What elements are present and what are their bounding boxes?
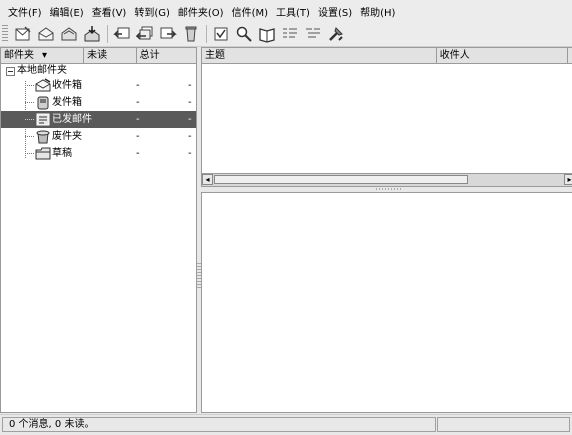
- folder-sent-label: 已发邮件: [52, 114, 92, 125]
- folder-drafts[interactable]: 草稿 - -: [1, 145, 196, 162]
- folder-inbox-label: 收件箱: [52, 80, 82, 91]
- toolbar-separator: [206, 25, 207, 43]
- sort-arrow-icon: ▾: [42, 50, 48, 61]
- folder-sent-unread: -: [136, 114, 140, 125]
- thread-expand-button[interactable]: [279, 24, 301, 44]
- get-mail-button[interactable]: [35, 24, 57, 44]
- status-aux: [437, 417, 570, 432]
- send-receive-button[interactable]: [81, 24, 103, 44]
- menu-message[interactable]: 信件(M): [228, 4, 272, 19]
- folder-outbox-label: 发件箱: [52, 97, 82, 108]
- drafts-icon: [35, 147, 51, 160]
- tools-icon: [329, 27, 343, 41]
- forward-icon: [160, 27, 177, 39]
- thread-expand-icon: [283, 28, 297, 38]
- folder-drafts-label: 草稿: [52, 148, 72, 159]
- message-list[interactable]: 主题 收件人 ◂ ▸: [201, 47, 572, 187]
- menu-folder[interactable]: 邮件夹(O): [174, 4, 228, 19]
- folder-trash[interactable]: 废件夹 - -: [1, 128, 196, 145]
- collapse-icon[interactable]: [6, 67, 15, 76]
- folder-outbox-total: -: [188, 97, 192, 108]
- column-unread[interactable]: 未读: [84, 48, 137, 63]
- tools-button[interactable]: [325, 24, 347, 44]
- folder-inbox-total: -: [188, 80, 192, 91]
- message-column-header: 主题 收件人: [202, 48, 572, 64]
- menu-edit[interactable]: 编辑(E): [46, 4, 88, 19]
- folder-trash-total: -: [188, 131, 192, 142]
- toolbar-separator: [107, 25, 108, 43]
- get-mail-icon: [38, 27, 54, 41]
- outbox-icon: [37, 96, 49, 110]
- folder-outbox-unread: -: [136, 97, 140, 108]
- new-message-icon: [15, 26, 31, 41]
- send-mail-icon: [61, 27, 77, 41]
- folder-column-header: 邮件夹 ▾ 未读 总计: [1, 48, 196, 64]
- column-unread-label: 未读: [87, 50, 108, 61]
- folder-sent[interactable]: 已发邮件 - -: [1, 111, 196, 128]
- search-button[interactable]: [233, 24, 255, 44]
- menu-bar: 文件(F) 编辑(E) 查看(V) 转到(G) 邮件夹(O) 信件(M) 工具(…: [0, 0, 572, 22]
- forward-button[interactable]: [157, 24, 179, 44]
- folder-outbox[interactable]: 发件箱 - -: [1, 94, 196, 111]
- menu-go[interactable]: 转到(G): [130, 4, 174, 19]
- trash-icon: [36, 130, 50, 144]
- scroll-thumb[interactable]: [214, 175, 468, 184]
- folder-drafts-unread: -: [136, 148, 140, 159]
- folder-trash-label: 废件夹: [52, 131, 82, 142]
- status-bar: 0 个消息, 0 未读。: [0, 414, 572, 435]
- folder-root-label: 本地邮件夹: [17, 65, 67, 76]
- send-mail-button[interactable]: [58, 24, 80, 44]
- folder-tree: 本地邮件夹 收件箱 - - 发件箱 - - 已发邮件 - - 废件夹 - - 草…: [1, 64, 196, 162]
- delete-icon: [185, 26, 197, 42]
- horizontal-scrollbar[interactable]: ◂ ▸: [202, 173, 572, 186]
- sent-icon: [36, 113, 50, 126]
- inbox-icon: [35, 78, 51, 92]
- menu-tools[interactable]: 工具(T): [272, 4, 314, 19]
- folder-inbox-unread: -: [136, 80, 140, 91]
- folder-pane: 邮件夹 ▾ 未读 总计 本地邮件夹 收件箱 - - 发件箱 - - 已发邮件 -…: [0, 47, 197, 413]
- reply-all-button[interactable]: [134, 24, 156, 44]
- menu-settings[interactable]: 设置(S): [314, 4, 356, 19]
- new-message-button[interactable]: [12, 24, 34, 44]
- folder-root[interactable]: 本地邮件夹: [1, 64, 196, 77]
- folder-inbox[interactable]: 收件箱 - -: [1, 77, 196, 94]
- column-folder[interactable]: 邮件夹 ▾: [1, 48, 85, 63]
- toolbar-grip[interactable]: [2, 25, 8, 43]
- column-recipient-label: 收件人: [439, 50, 470, 61]
- reply-all-icon: [136, 26, 153, 40]
- menu-help[interactable]: 帮助(H): [356, 4, 399, 19]
- column-extra[interactable]: [568, 48, 572, 63]
- folder-drafts-total: -: [188, 148, 192, 159]
- status-message: 0 个消息, 0 未读。: [2, 417, 436, 432]
- mark-icon: [214, 27, 228, 41]
- column-total-label: 总计: [139, 50, 160, 61]
- reply-button[interactable]: [111, 24, 133, 44]
- scroll-right-arrow-icon[interactable]: ▸: [564, 174, 572, 185]
- reply-icon: [113, 27, 130, 39]
- message-preview-pane[interactable]: [201, 192, 572, 413]
- thread-collapse-button[interactable]: [302, 24, 324, 44]
- folder-trash-unread: -: [136, 131, 140, 142]
- column-subject-label: 主题: [205, 50, 225, 61]
- thread-collapse-icon: [306, 28, 320, 38]
- column-subject[interactable]: 主题: [202, 48, 437, 63]
- scroll-left-arrow-icon[interactable]: ◂: [202, 174, 213, 185]
- search-icon: [236, 26, 252, 42]
- send-receive-icon: [84, 26, 100, 42]
- mark-button[interactable]: [210, 24, 232, 44]
- address-book-button[interactable]: [256, 24, 278, 44]
- menu-view[interactable]: 查看(V): [88, 4, 131, 19]
- folder-sent-total: -: [188, 114, 192, 125]
- column-folder-label: 邮件夹: [4, 50, 34, 61]
- delete-button[interactable]: [180, 24, 202, 44]
- column-recipient[interactable]: 收件人: [437, 48, 569, 63]
- menu-file[interactable]: 文件(F): [0, 4, 46, 19]
- toolbar: [0, 22, 572, 47]
- address-book-icon: [259, 28, 275, 43]
- column-total[interactable]: 总计: [137, 48, 196, 63]
